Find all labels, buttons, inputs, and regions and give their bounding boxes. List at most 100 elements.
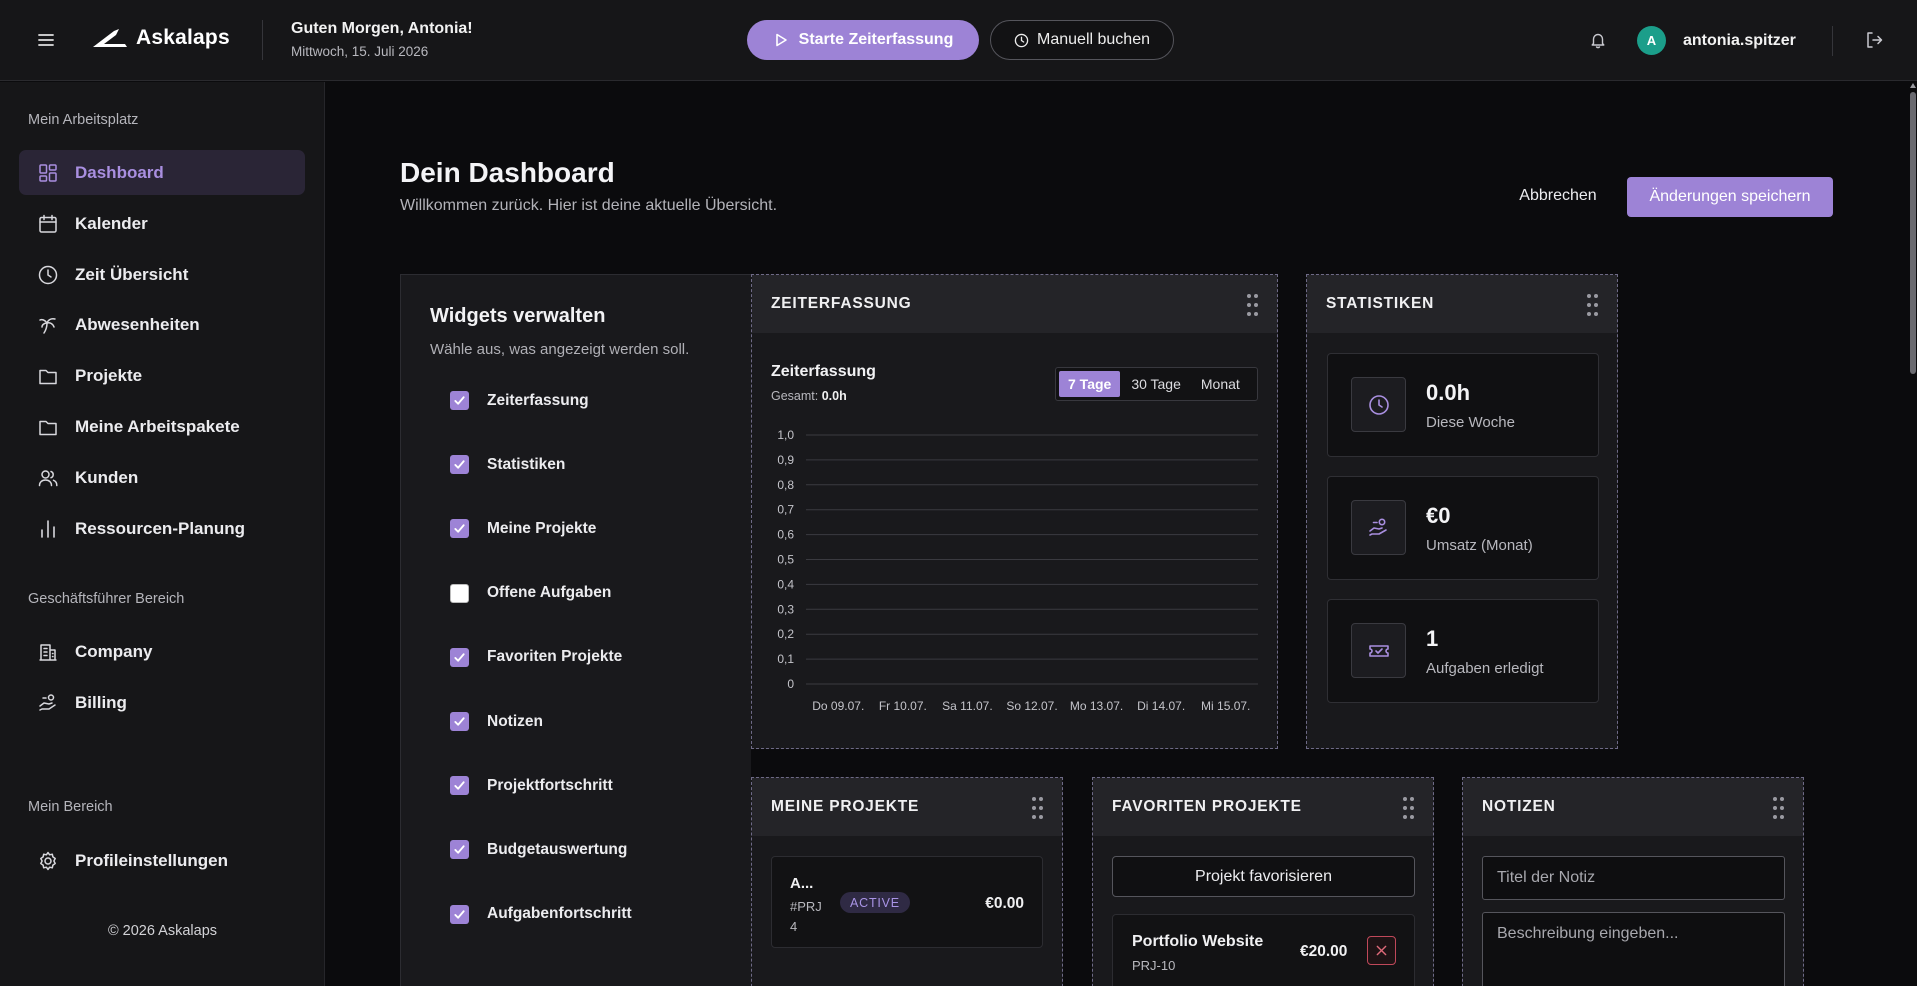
widget-toggle-budgetauswertung[interactable]: Budgetauswertung bbox=[450, 840, 627, 860]
sidebar-item-profile-settings[interactable]: Profileinstellungen bbox=[19, 838, 305, 883]
sidebar-item-billing[interactable]: Billing bbox=[19, 680, 305, 725]
y-tick-label: 0,2 bbox=[777, 627, 794, 641]
logout-icon[interactable] bbox=[1864, 30, 1884, 50]
stat-monthly-revenue: €0 Umsatz (Monat) bbox=[1327, 476, 1599, 580]
y-tick-label: 0,7 bbox=[777, 503, 794, 517]
card-header: FAVORITEN PROJEKTE bbox=[1093, 778, 1433, 836]
card-title: MEINE PROJEKTE bbox=[771, 798, 920, 815]
sidebar-item-absences[interactable]: Abwesenheiten bbox=[19, 302, 305, 347]
widget-toggle-label: Projektfortschritt bbox=[487, 776, 613, 794]
widget-toggle-aufgabenfortschritt[interactable]: Aufgabenfortschritt bbox=[450, 904, 632, 924]
range-selector: 7 Tage 30 Tage Monat bbox=[1055, 367, 1258, 401]
x-tick-label: So 12.07. bbox=[1006, 699, 1057, 713]
checkbox[interactable] bbox=[450, 455, 469, 475]
widget-toggle-statistiken[interactable]: Statistiken bbox=[450, 455, 566, 475]
widget-toggle-zeiterfassung[interactable]: Zeiterfassung bbox=[450, 391, 589, 410]
sidebar-item-calendar[interactable]: Kalender bbox=[19, 201, 305, 246]
manual-booking-label: Manuell buchen bbox=[1037, 31, 1150, 48]
card-title: ZEITERFASSUNG bbox=[771, 295, 912, 312]
sidebar-item-label: Company bbox=[75, 641, 153, 661]
note-description-input[interactable] bbox=[1482, 912, 1785, 986]
checkmark-icon bbox=[454, 717, 465, 726]
checkbox[interactable] bbox=[450, 840, 469, 860]
widget-toggle-projektfortschritt[interactable]: Projektfortschritt bbox=[450, 776, 613, 796]
sidebar-item-resource-planning[interactable]: Ressourcen-Planung bbox=[19, 506, 305, 551]
checkmark-icon bbox=[454, 396, 465, 405]
scrollbar-thumb[interactable] bbox=[1910, 92, 1916, 374]
remove-favorite-button[interactable] bbox=[1367, 936, 1396, 965]
drag-handle-icon[interactable] bbox=[1403, 797, 1415, 819]
building-icon bbox=[37, 641, 59, 663]
sidebar-item-projects[interactable]: Projekte bbox=[19, 353, 305, 398]
checkbox[interactable] bbox=[450, 519, 469, 539]
drag-handle-icon[interactable] bbox=[1032, 797, 1044, 819]
play-icon bbox=[775, 33, 787, 47]
checkbox[interactable] bbox=[450, 904, 469, 924]
sidebar-item-label: Kalender bbox=[75, 213, 148, 233]
manual-booking-button[interactable]: Manuell buchen bbox=[990, 20, 1174, 60]
widget-toggle-label: Statistiken bbox=[487, 455, 566, 473]
checkbox[interactable] bbox=[450, 391, 469, 410]
chart-total-value: 0.0h bbox=[821, 389, 847, 403]
billing-hand-icon bbox=[37, 692, 59, 714]
sidebar-item-work-packages[interactable]: Meine Arbeitspakete bbox=[19, 404, 305, 449]
checkbox[interactable] bbox=[450, 776, 469, 796]
stat-value: 1 bbox=[1426, 626, 1439, 651]
save-changes-button[interactable]: Änderungen speichern bbox=[1627, 177, 1833, 217]
scroll-up-arrow-icon[interactable] bbox=[1910, 83, 1916, 88]
range-month[interactable]: Monat bbox=[1192, 371, 1249, 397]
sidebar-item-label: Meine Arbeitspakete bbox=[75, 416, 240, 436]
start-time-tracking-button[interactable]: Starte Zeiterfassung bbox=[747, 20, 979, 60]
range-7-days[interactable]: 7 Tage bbox=[1059, 371, 1121, 397]
checkmark-icon bbox=[454, 653, 465, 662]
y-tick-label: 0,5 bbox=[777, 553, 794, 567]
sidebar-section-workspace: Mein Arbeitsplatz bbox=[28, 112, 139, 128]
statistics-widget: STATISTIKEN 0.0h Diese Woche €0 Umsatz (… bbox=[1306, 274, 1618, 749]
drag-handle-icon[interactable] bbox=[1773, 797, 1785, 819]
calendar-icon bbox=[37, 213, 59, 235]
checkbox[interactable] bbox=[450, 583, 469, 603]
sidebar-section-personal: Mein Bereich bbox=[28, 799, 113, 815]
checkbox[interactable] bbox=[450, 712, 469, 731]
cancel-button[interactable]: Abbrechen bbox=[1506, 180, 1610, 212]
y-tick-label: 0,4 bbox=[777, 577, 794, 591]
sidebar-item-customers[interactable]: Kunden bbox=[19, 455, 305, 500]
widget-toggle-favoriten-projekte[interactable]: Favoriten Projekte bbox=[450, 647, 622, 667]
sidebar: Mein Arbeitsplatz Dashboard Kalender Zei… bbox=[0, 82, 325, 986]
card-header: ZEITERFASSUNG bbox=[752, 275, 1277, 333]
sidebar-item-label: Billing bbox=[75, 692, 127, 712]
note-title-input[interactable] bbox=[1482, 856, 1785, 900]
checkbox[interactable] bbox=[450, 647, 469, 667]
sidebar-item-dashboard[interactable]: Dashboard bbox=[19, 150, 305, 195]
sidebar-item-label: Projekte bbox=[75, 365, 143, 385]
y-tick-label: 0,6 bbox=[777, 528, 794, 542]
card-header: STATISTIKEN bbox=[1307, 275, 1617, 333]
avatar[interactable]: A bbox=[1637, 26, 1666, 55]
add-favorite-project-button[interactable]: Projekt favorisieren bbox=[1112, 856, 1415, 897]
sidebar-item-company[interactable]: Company bbox=[19, 629, 305, 674]
hamburger-menu-icon[interactable] bbox=[36, 30, 56, 50]
card-title: FAVORITEN PROJEKTE bbox=[1112, 798, 1302, 815]
favorite-project-item[interactable]: Portfolio Website PRJ-10 €20.00 bbox=[1112, 914, 1415, 986]
start-time-tracking-label: Starte Zeiterfassung bbox=[798, 31, 954, 48]
drag-handle-icon[interactable] bbox=[1587, 294, 1599, 316]
project-list-item[interactable]: A... #PRJ 4 ACTIVE €0.00 bbox=[771, 856, 1043, 948]
widget-toggle-notizen[interactable]: Notizen bbox=[450, 712, 543, 731]
notification-bell-icon[interactable] bbox=[1589, 31, 1607, 49]
widget-toggle-offene-aufgaben[interactable]: Offene Aufgaben bbox=[450, 583, 611, 603]
stat-weekly-hours: 0.0h Diese Woche bbox=[1327, 353, 1599, 457]
x-tick-label: Mi 15.07. bbox=[1201, 699, 1250, 713]
drag-handle-icon[interactable] bbox=[1247, 294, 1259, 316]
stat-label: Diese Woche bbox=[1426, 414, 1515, 431]
sidebar-item-time-overview[interactable]: Zeit Übersicht bbox=[19, 252, 305, 297]
clock-icon bbox=[1351, 377, 1406, 432]
page-title: Dein Dashboard bbox=[400, 157, 615, 188]
close-icon bbox=[1376, 945, 1387, 956]
widget-toggle-meine-projekte[interactable]: Meine Projekte bbox=[450, 519, 596, 539]
stat-label: Umsatz (Monat) bbox=[1426, 537, 1533, 554]
username[interactable]: antonia.spitzer bbox=[1683, 32, 1796, 50]
brand-logo[interactable]: Askalaps bbox=[92, 26, 230, 50]
range-30-days[interactable]: 30 Tage bbox=[1122, 371, 1190, 397]
project-id: PRJ-10 bbox=[1132, 958, 1176, 973]
folder-icon bbox=[37, 416, 59, 438]
